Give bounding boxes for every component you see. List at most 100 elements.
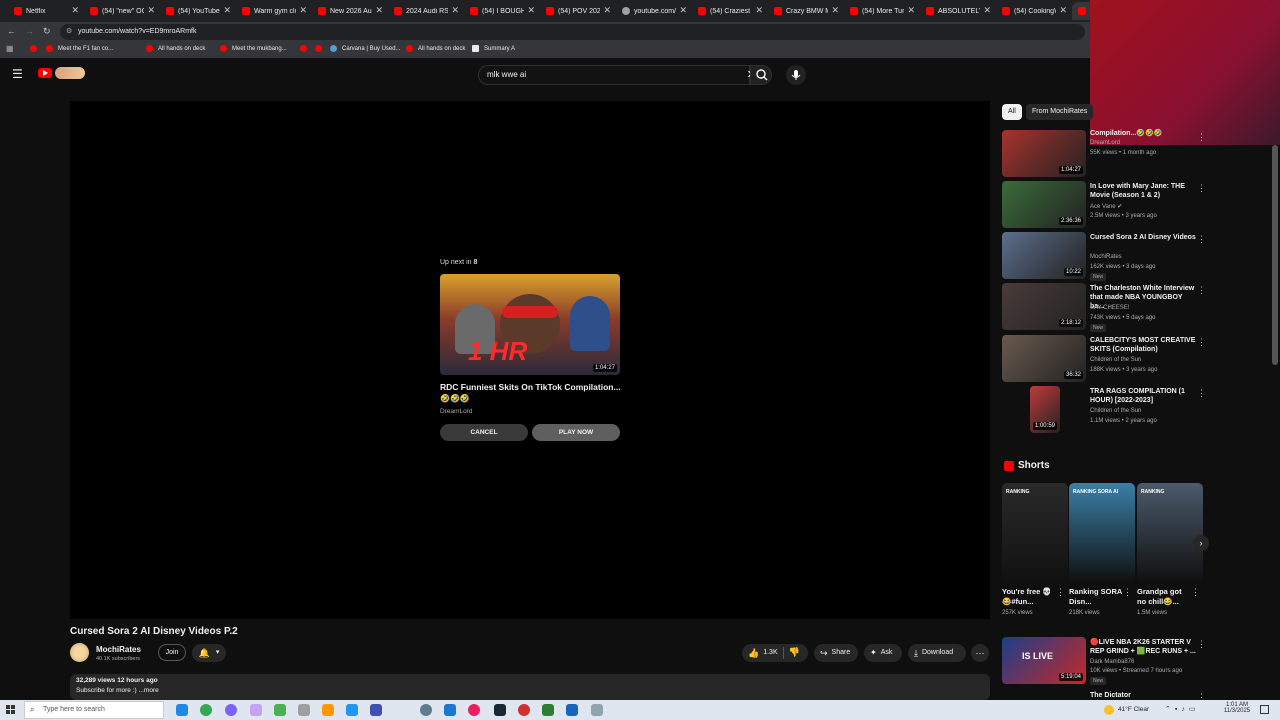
weather-icon[interactable] (1104, 705, 1114, 715)
more-vertical-icon[interactable]: ⋮ (1197, 388, 1206, 399)
more-vertical-icon[interactable]: ⋮ (1056, 587, 1065, 598)
shorts-next-button[interactable]: › (1193, 535, 1209, 551)
recommendation-item[interactable]: 2:18:12 The Charleston White Interview th… (1002, 283, 1207, 332)
browser-tab[interactable]: (54) Craziest S✕ (692, 2, 766, 20)
short-thumbnail[interactable]: RANKING (1002, 483, 1068, 581)
recommendation-title[interactable]: Cursed Sora 2 AI Disney Videos (1090, 233, 1198, 242)
notification-icon[interactable] (1260, 705, 1269, 714)
app-icon-2[interactable] (250, 704, 262, 716)
channel-avatar[interactable] (70, 643, 89, 662)
browser-tab[interactable]: Netflix ✕ (8, 2, 82, 20)
recommendation-item[interactable]: 2:36:36 In Love with Mary Jane: THE Movie… (1002, 181, 1207, 230)
recommendation-item[interactable]: IS LIVE 5:19:04 🔴LIVE NBA 2K26 STARTER V R… (1002, 637, 1207, 686)
bookmark-3[interactable]: Meet the mukbang... (220, 45, 287, 52)
download-button[interactable]: ⤓ Download (908, 644, 966, 662)
bookmark-5[interactable]: All hands on deck (406, 45, 465, 52)
tab-close-icon[interactable]: ✕ (679, 5, 687, 16)
browser-tab[interactable]: New 2026 Audi✕ (312, 2, 386, 20)
bookmark-6[interactable]: Summary A (472, 45, 515, 52)
recommendation-title[interactable]: Compilation...🤣🤣🤣 (1090, 129, 1198, 138)
recommendation-thumbnail[interactable]: IS LIVE 5:19:04 (1002, 637, 1086, 684)
recommendation-channel[interactable]: Children of the Sun (1090, 408, 1141, 414)
excel-icon[interactable] (542, 704, 554, 716)
tab-close-icon[interactable]: ✕ (147, 5, 155, 16)
recommendation-title[interactable]: In Love with Mary Jane: THE Movie (Seaso… (1090, 182, 1198, 200)
like-button[interactable]: 👍 1.3K (748, 644, 778, 662)
recommendation-item[interactable]: 10:22 Cursed Sora 2 AI Disney Videos Mochi… (1002, 232, 1207, 281)
recommendation-thumbnail[interactable]: 2:18:12 (1002, 283, 1086, 330)
browser-tab[interactable]: Crazy BMW M ✕ (768, 2, 842, 20)
short-item[interactable]: RANKING You're free 💀😂#fun... 257K views ⋮ (1002, 483, 1068, 618)
more-vertical-icon[interactable]: ⋮ (1197, 234, 1206, 245)
edge-icon[interactable] (176, 704, 188, 716)
bookmark-4[interactable]: Carvana | Buy Used... (330, 45, 401, 52)
bookmark-icon-only-3[interactable] (315, 45, 327, 52)
up-next-channel[interactable]: DreamLord (440, 408, 473, 415)
app-icon-8[interactable] (444, 704, 456, 716)
doodle-logo-icon[interactable] (55, 67, 85, 79)
search-button[interactable] (750, 65, 772, 85)
browser-tab[interactable]: Warm gym clo ✕ (236, 2, 310, 20)
tab-close-icon[interactable]: ✕ (299, 5, 307, 16)
browser-tab[interactable]: 2024 Audi RS ✕ (388, 2, 462, 20)
recommendation-thumbnail[interactable]: 2:36:36 (1002, 181, 1086, 228)
channel-name[interactable]: MochiRates (96, 645, 141, 654)
url-field[interactable]: ⚙ youtube.com/watch?v=ED9mroARmfk (60, 24, 1085, 40)
browser-tab[interactable]: (54) POV 2025✕ (540, 2, 614, 20)
more-vertical-icon[interactable]: ⋮ (1197, 337, 1206, 348)
app-icon-11[interactable] (566, 704, 578, 716)
recommendation-channel[interactable]: Dark Mamba876 (1090, 659, 1134, 665)
app-icon-3[interactable] (274, 704, 286, 716)
recommendation-item[interactable]: The Dictator ⋮ (1002, 690, 1207, 700)
browser-tab[interactable]: (54) CookingW✕ (996, 2, 1070, 20)
ask-button[interactable]: ✦ Ask (864, 644, 902, 662)
app-icon-1[interactable] (225, 704, 237, 716)
browser-tab[interactable]: (54) YouTube ✕ (160, 2, 234, 20)
short-item[interactable]: RANKING Grandpa got no chill😂... 1.5M view… (1137, 483, 1203, 618)
browser-tab[interactable]: ABSOLUTELY S✕ (920, 2, 994, 20)
browser-tab[interactable]: (54) "new" OG ✕ (84, 2, 158, 20)
recommendation-title[interactable]: 🔴LIVE NBA 2K26 STARTER V REP GRIND + 🟩RE… (1090, 638, 1198, 656)
recommendation-thumbnail[interactable]: 10:22 (1002, 232, 1086, 279)
app-icon-9[interactable] (468, 704, 480, 716)
site-info-icon[interactable]: ⚙ (66, 24, 72, 40)
more-vertical-icon[interactable]: ⋮ (1197, 183, 1206, 194)
more-vertical-icon[interactable]: ⋮ (1197, 692, 1206, 700)
tab-close-icon[interactable]: ✕ (451, 5, 459, 16)
recommendation-thumbnail[interactable]: 1:04:27 (1002, 130, 1086, 177)
reload-icon[interactable]: ↻ (43, 26, 51, 37)
app-icon-6[interactable] (346, 704, 358, 716)
chip-from-channel[interactable]: From MochiRates (1026, 104, 1094, 120)
recommendation-channel[interactable]: Ace Vane ✔ (1090, 203, 1122, 210)
app-icon-12[interactable] (591, 704, 603, 716)
windows-start-icon[interactable] (6, 705, 16, 715)
voice-search-button[interactable] (786, 65, 806, 85)
more-vertical-icon[interactable]: ⋮ (1191, 587, 1200, 598)
up-next-title[interactable]: RDC Funniest Skits On TikTok Compilation… (440, 382, 625, 392)
recommendation-channel[interactable]: SAY CHEESE! (1090, 305, 1129, 311)
join-button[interactable]: Join (158, 644, 186, 661)
settings-icon[interactable] (420, 704, 432, 716)
more-vertical-icon[interactable]: ⋮ (1197, 639, 1206, 650)
browser-tab[interactable]: youtube.com/v ✕ (616, 2, 690, 20)
chip-all[interactable]: All (1002, 104, 1022, 120)
steam-icon[interactable] (494, 704, 506, 716)
bookmark-icon-only[interactable] (30, 45, 42, 52)
recommendation-channel[interactable]: MochiRates (1090, 254, 1122, 260)
recommendation-thumbnail[interactable]: 1:00:59 (1030, 386, 1060, 433)
short-thumbnail[interactable]: RANKING SORA AI (1069, 483, 1135, 581)
tab-close-icon[interactable]: ✕ (1059, 5, 1067, 16)
tab-close-icon[interactable]: ✕ (375, 5, 383, 16)
short-title[interactable]: Grandpa got no chill😂... (1137, 587, 1191, 607)
app-icon-5[interactable] (322, 704, 334, 716)
system-tray-icons[interactable]: ⌃▪♪▭ (1165, 705, 1199, 713)
notifications-button[interactable]: 🔔 ▾ (192, 644, 226, 662)
recommendation-item[interactable]: 1:04:27 Compilation...🤣🤣🤣 DreamLord 55K vie… (1002, 130, 1207, 179)
short-title[interactable]: Ranking SORA Disn... (1069, 587, 1123, 607)
apps-grid-icon[interactable]: ▦ (6, 44, 14, 53)
recommendation-title[interactable]: CALEBCITY'S MOST CREATIVE SKITS (Compila… (1090, 336, 1198, 354)
taskbar-search-field[interactable]: ⌕ Type here to search (24, 701, 164, 719)
recommendation-item[interactable]: 1:00:59 TRA RAGS COMPILATION (1 HOUR) [20… (1002, 386, 1207, 435)
tab-close-icon[interactable]: ✕ (831, 5, 839, 16)
description-box[interactable]: 32,289 views 12 hours ago Subscribe for … (70, 674, 990, 700)
